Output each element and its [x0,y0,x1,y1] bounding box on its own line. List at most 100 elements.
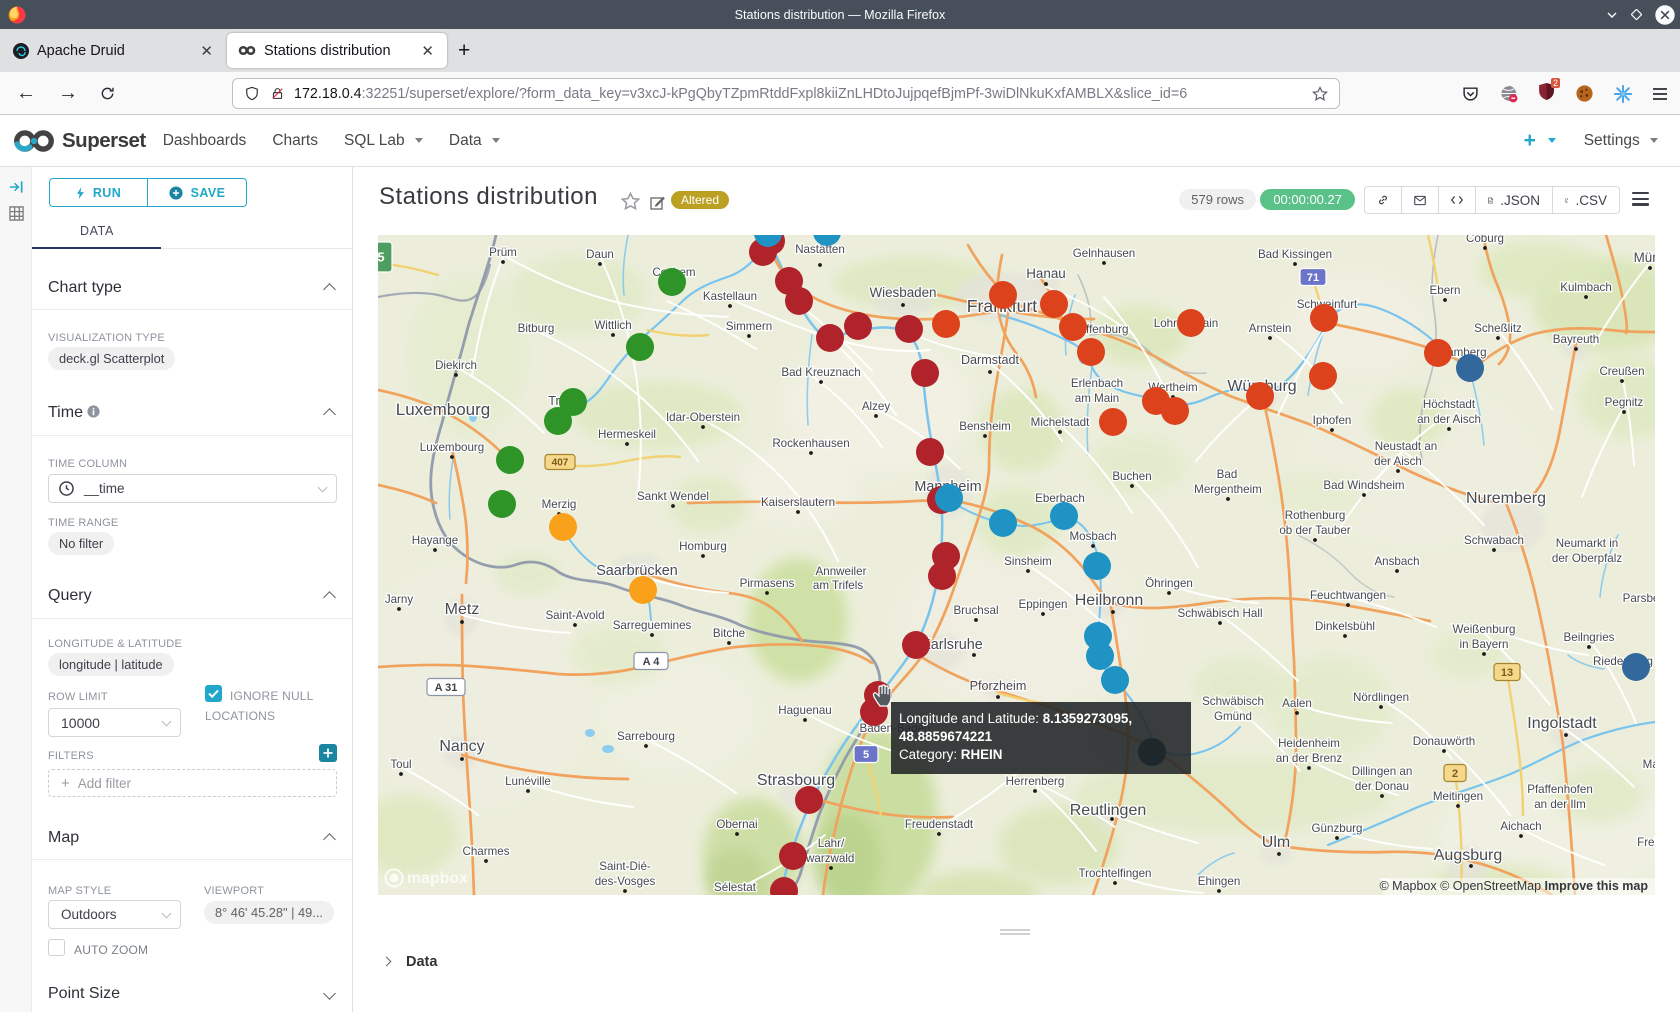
svg-text:Rockenhausen: Rockenhausen [772,437,849,450]
svg-text:Mosbach: Mosbach [1069,530,1116,543]
svg-text:Kaiserslautern: Kaiserslautern [761,496,835,509]
svg-text:Pegnitz: Pegnitz [1605,396,1644,409]
svg-text:Günzburg: Günzburg [1312,822,1363,835]
svg-text:Bensheim: Bensheim [959,420,1011,433]
svg-text:Schwabach: Schwabach [1464,534,1524,547]
svg-text:ob der Tauber: ob der Tauber [1279,524,1350,537]
svg-text:in Bayern: in Bayern [1460,638,1509,651]
svg-text:Bayreuth: Bayreuth [1553,333,1599,346]
svg-text:Herrenberg: Herrenberg [1006,775,1065,788]
svg-text:Sarrebourg: Sarrebourg [617,730,675,743]
svg-text:Meitingen: Meitingen [1433,790,1483,803]
svg-text:Longitude and Latitude: 8.1359: Longitude and Latitude: 8.1359273095, [899,711,1132,726]
svg-text:Mergentheim: Mergentheim [1194,483,1262,496]
svg-text:Aalen: Aalen [1282,697,1312,710]
svg-text:Münc: Münc [1634,250,1655,265]
svg-text:A 4: A 4 [643,656,661,668]
svg-text:Bad: Bad [1217,468,1238,481]
svg-text:Lunéville: Lunéville [505,775,551,788]
svg-text:Ebern: Ebern [1430,284,1461,297]
svg-text:Nancy: Nancy [439,738,484,755]
svg-text:Haguenau: Haguenau [778,704,832,717]
svg-text:Diekirch: Diekirch [435,359,477,372]
svg-text:Sélestat: Sélestat [714,881,757,894]
svg-text:Schwäbisch Hall: Schwäbisch Hall [1177,607,1262,620]
svg-text:Merzig: Merzig [542,498,577,511]
svg-text:Rothenburg: Rothenburg [1285,509,1346,522]
svg-text:Schwäbisch: Schwäbisch [1202,695,1264,708]
svg-text:affenburg: affenburg [1080,323,1129,336]
svg-text:48.8859674221: 48.8859674221 [899,729,993,744]
svg-text:an der Brenz: an der Brenz [1276,752,1343,765]
svg-text:mapbox: mapbox [407,870,468,887]
svg-text:Freis: Freis [1637,836,1655,849]
svg-text:Pirmasens: Pirmasens [740,577,795,590]
svg-text:Parsbe: Parsbe [1623,592,1655,605]
svg-text:Ulm: Ulm [1262,834,1290,851]
svg-text:Scheßlitz: Scheßlitz [1474,322,1522,335]
svg-text:Charmes: Charmes [462,845,509,858]
svg-text:der Donau: der Donau [1355,780,1409,793]
svg-text:Freudenstadt: Freudenstadt [905,818,974,831]
svg-text:5: 5 [863,749,869,761]
svg-text:Ansbach: Ansbach [1374,555,1419,568]
svg-text:Aichach: Aichach [1500,820,1541,833]
svg-text:Toul: Toul [390,758,411,771]
svg-text:Karlsruhe: Karlsruhe [921,637,983,653]
svg-text:Arnstein: Arnstein [1249,322,1292,335]
svg-text:Saarbrücken: Saarbrücken [596,563,678,579]
svg-text:Daun: Daun [586,248,614,261]
svg-text:Obernai: Obernai [716,818,757,831]
svg-text:Wiesbaden: Wiesbaden [870,285,937,300]
svg-text:Bitburg: Bitburg [518,322,555,335]
svg-text:Pfaffenhofen: Pfaffenhofen [1527,783,1593,796]
svg-text:Buchen: Buchen [1112,470,1151,483]
svg-text:der Oberpfalz: der Oberpfalz [1552,552,1622,565]
svg-text:Dinkelsbühl: Dinkelsbühl [1315,620,1375,633]
svg-text:Donauwörth: Donauwörth [1413,735,1476,748]
svg-text:Strasbourg: Strasbourg [757,772,835,789]
svg-text:Homburg: Homburg [679,540,727,553]
svg-text:hwarzwald: hwarzwald [800,852,855,865]
svg-text:Alzey: Alzey [862,400,891,413]
svg-text:Reutlingen: Reutlingen [1070,802,1147,819]
svg-text:Annweiler: Annweiler [816,565,867,578]
svg-text:Höchstadt: Höchstadt [1423,398,1476,411]
svg-text:Mai: Mai [1643,758,1655,771]
svg-text:Hanau: Hanau [1026,266,1065,281]
svg-text:Neustadt an: Neustadt an [1375,440,1438,453]
svg-text:Bad Windsheim: Bad Windsheim [1323,479,1404,492]
svg-text:Bruchsal: Bruchsal [953,604,998,617]
svg-text:Heilbronn: Heilbronn [1075,592,1143,609]
svg-text:Luxembourg: Luxembourg [396,400,491,419]
svg-text:Augsburg: Augsburg [1434,847,1503,864]
svg-text:5: 5 [378,250,385,265]
svg-text:Ehingen: Ehingen [1198,875,1241,888]
svg-text:Sarreguemines: Sarreguemines [613,619,692,632]
svg-text:Luxembourg: Luxembourg [420,441,484,454]
svg-text:Nuremberg: Nuremberg [1466,490,1546,507]
svg-text:Hayange: Hayange [412,534,458,547]
svg-text:Sinsheim: Sinsheim [1004,555,1052,568]
svg-text:© Mapbox © OpenStreetMap Impro: © Mapbox © OpenStreetMap Improve this ma… [1379,879,1648,893]
svg-text:Kastellaun: Kastellaun [703,290,757,303]
svg-text:Heidenheim: Heidenheim [1278,737,1340,750]
svg-text:Idar-Oberstein: Idar-Oberstein [666,411,740,424]
svg-text:Category: RHEIN: Category: RHEIN [899,747,1002,762]
svg-text:Bad Kissingen: Bad Kissingen [1258,248,1332,261]
svg-text:Erlenbach: Erlenbach [1071,377,1123,390]
svg-text:Dillingen an: Dillingen an [1352,765,1413,778]
svg-text:an der Aisch: an der Aisch [1417,413,1481,426]
svg-text:am Trifels: am Trifels [813,579,863,592]
svg-text:Kulmbach: Kulmbach [1560,281,1612,294]
svg-text:Wittlich: Wittlich [594,319,631,332]
svg-text:Gmünd: Gmünd [1214,710,1252,723]
svg-text:Simmern: Simmern [726,320,772,333]
svg-text:Bad Kreuznach: Bad Kreuznach [781,366,860,379]
svg-text:Weißenburg: Weißenburg [1453,623,1516,636]
svg-text:Nastätten: Nastätten [795,243,845,256]
svg-text:Creußen: Creußen [1599,365,1644,378]
svg-text:Sankt Wendel: Sankt Wendel [637,490,709,503]
svg-text:Hermeskeil: Hermeskeil [598,428,656,441]
svg-text:Iphofen: Iphofen [1313,414,1352,427]
